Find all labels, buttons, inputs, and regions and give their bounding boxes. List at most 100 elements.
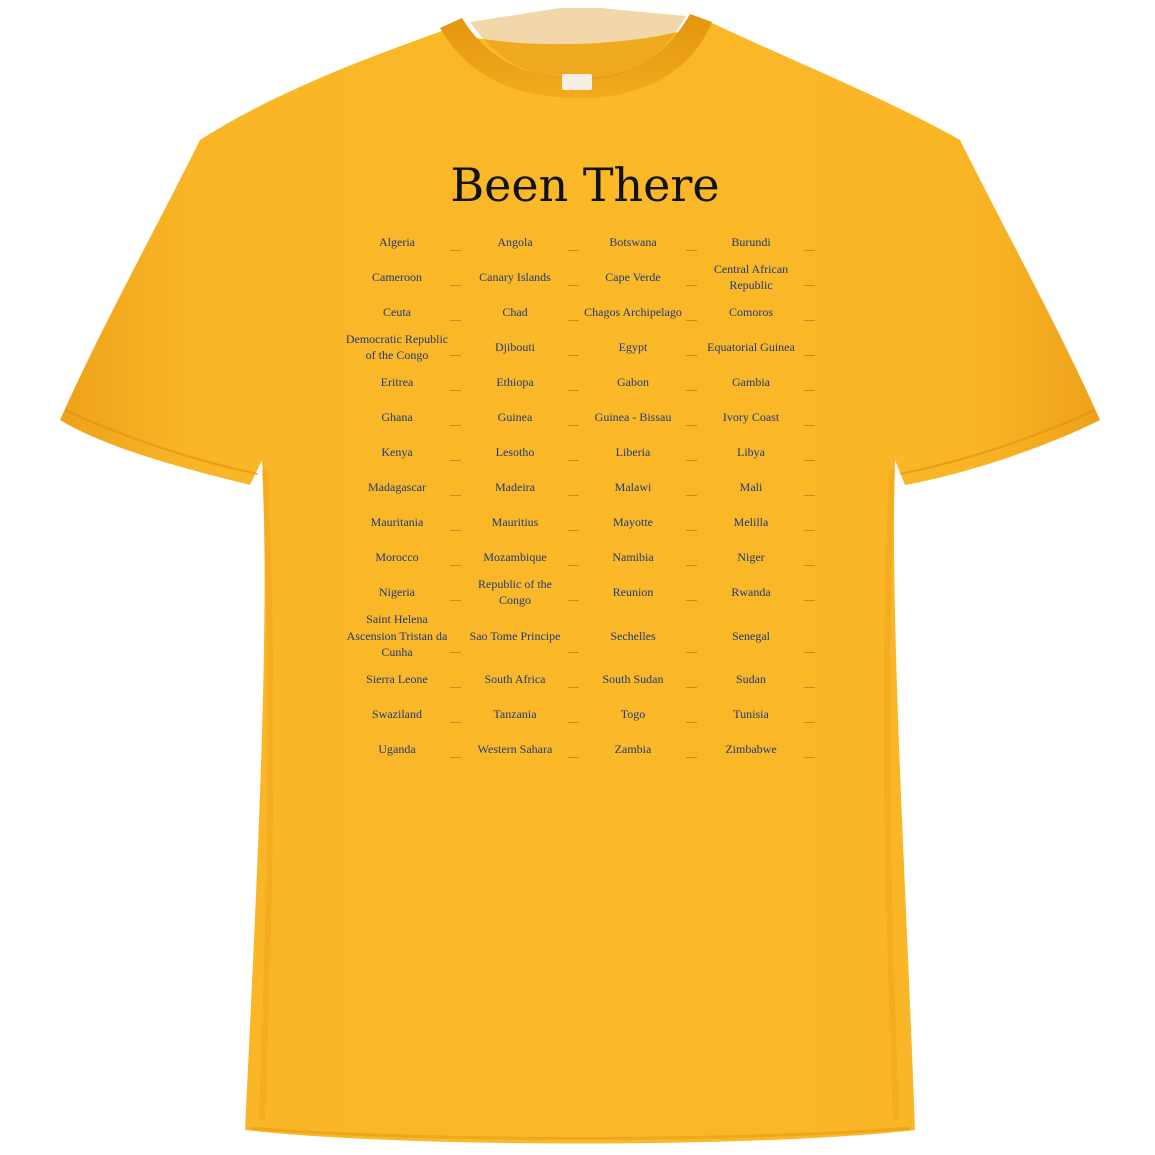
country-name: Togo — [620, 707, 646, 721]
country-name: Guinea — [497, 410, 533, 424]
checkbox-blank-line — [686, 249, 697, 251]
country-name: Sao Tome Principe — [469, 628, 561, 643]
country-entry: Djibouti — [463, 330, 581, 365]
country-entry: Republic of the Congo — [463, 575, 581, 610]
country-name: Central African Republic — [713, 261, 789, 293]
checkbox-blank-line — [804, 319, 815, 321]
country-entry: Niger — [699, 540, 817, 575]
country-name: Sechelles — [610, 628, 656, 643]
country-name: Chagos Archipelago — [584, 305, 682, 319]
checkbox-blank-line — [450, 529, 461, 531]
checkbox-blank-line — [568, 249, 579, 251]
checkbox-blank-line — [568, 721, 579, 723]
country-name: Cape Verde — [605, 270, 661, 284]
checkbox-blank-line — [804, 686, 815, 688]
country-entry: Sao Tome Principe — [463, 610, 581, 662]
country-entry: Ghana — [345, 400, 463, 435]
country-name: Senegal — [732, 628, 770, 643]
country-name: Libya — [737, 445, 765, 459]
country-name: Sierra Leone — [366, 672, 428, 686]
checkbox-blank-line — [686, 319, 697, 321]
country-entry: Zambia — [581, 732, 699, 767]
checkbox-blank-line — [804, 284, 815, 286]
country-entry: Melilla — [699, 505, 817, 540]
country-entry: Gabon — [581, 365, 699, 400]
country-entry: Saint Helena Ascension Tristan da Cunha — [345, 610, 463, 662]
checkbox-blank-line — [568, 529, 579, 531]
country-entry: Cameroon — [345, 260, 463, 295]
country-name: Equatorial Guinea — [707, 340, 795, 354]
country-name: Mayotte — [613, 515, 653, 529]
country-entry: Burundi — [699, 225, 817, 260]
checkbox-blank-line — [568, 354, 579, 356]
country-entry: Chad — [463, 295, 581, 330]
country-name: Chad — [502, 305, 528, 319]
checkbox-blank-line — [450, 249, 461, 251]
country-entry: Angola — [463, 225, 581, 260]
checkbox-blank-line — [686, 389, 697, 391]
country-name: Liberia — [615, 445, 651, 459]
country-entry: Uganda — [345, 732, 463, 767]
country-entry: Botswana — [581, 225, 699, 260]
country-name: Democratic Republic of the Congo — [345, 331, 449, 363]
checkbox-blank-line — [568, 756, 579, 758]
country-entry: Ceuta — [345, 295, 463, 330]
country-name: Western Sahara — [477, 742, 553, 756]
checkbox-blank-line — [450, 354, 461, 356]
country-name: Melilla — [733, 515, 769, 529]
country-entry: Egypt — [581, 330, 699, 365]
country-entry: Liberia — [581, 435, 699, 470]
country-name: Comoros — [728, 305, 773, 319]
country-entry: Madeira — [463, 470, 581, 505]
country-name: Tanzania — [493, 707, 537, 721]
checkbox-blank-line — [450, 459, 461, 461]
country-entry: Mauritania — [345, 505, 463, 540]
checkbox-blank-line — [804, 424, 815, 426]
checkbox-blank-line — [568, 686, 579, 688]
country-entry: Ethiopa — [463, 365, 581, 400]
country-entry: Central African Republic — [699, 260, 817, 295]
country-name: Ghana — [381, 410, 413, 424]
checkbox-blank-line — [686, 756, 697, 758]
country-name: Eritrea — [380, 375, 414, 389]
country-entry: Cape Verde — [581, 260, 699, 295]
checkbox-blank-line — [686, 686, 697, 688]
country-entry: Sierra Leone — [345, 662, 463, 697]
printed-design: Been There Algeria Angola Botswana Burundi C… — [340, 160, 830, 767]
checkbox-blank-line — [804, 721, 815, 723]
country-entry: Madagascar — [345, 470, 463, 505]
checkbox-blank-line — [804, 529, 815, 531]
country-entry: Swaziland — [345, 697, 463, 732]
country-name: Egypt — [618, 340, 648, 354]
country-entry: Ivory Coast — [699, 400, 817, 435]
country-name: Lesotho — [495, 445, 535, 459]
checkbox-blank-line — [686, 284, 697, 286]
country-name: Cameroon — [372, 270, 422, 284]
country-entry: Senegal — [699, 610, 817, 662]
country-name: Nigeria — [379, 585, 415, 599]
checkbox-blank-line — [686, 354, 697, 356]
country-entry: Mauritius — [463, 505, 581, 540]
country-name: Madeira — [495, 480, 535, 494]
country-entry: Gambia — [699, 365, 817, 400]
checkbox-blank-line — [568, 389, 579, 391]
checkbox-blank-line — [804, 389, 815, 391]
checkbox-blank-line — [450, 686, 461, 688]
country-entry: Western Sahara — [463, 732, 581, 767]
country-entry: Democratic Republic of the Congo — [345, 330, 463, 365]
country-name: Mauritius — [491, 515, 539, 529]
checkbox-blank-line — [686, 459, 697, 461]
checkbox-blank-line — [568, 651, 579, 653]
checkbox-blank-line — [568, 564, 579, 566]
country-name: Ivory Coast — [722, 410, 780, 424]
checkbox-blank-line — [686, 651, 697, 653]
country-name: Djibouti — [494, 340, 535, 354]
product-photo: Been There Algeria Angola Botswana Burundi C… — [0, 0, 1155, 1155]
country-name: Swaziland — [372, 707, 422, 721]
checkbox-blank-line — [804, 599, 815, 601]
country-entry: Mali — [699, 470, 817, 505]
checkbox-blank-line — [686, 721, 697, 723]
country-name: Angola — [497, 235, 533, 249]
country-name: Reunion — [612, 585, 654, 599]
country-name: Morocco — [375, 550, 419, 564]
